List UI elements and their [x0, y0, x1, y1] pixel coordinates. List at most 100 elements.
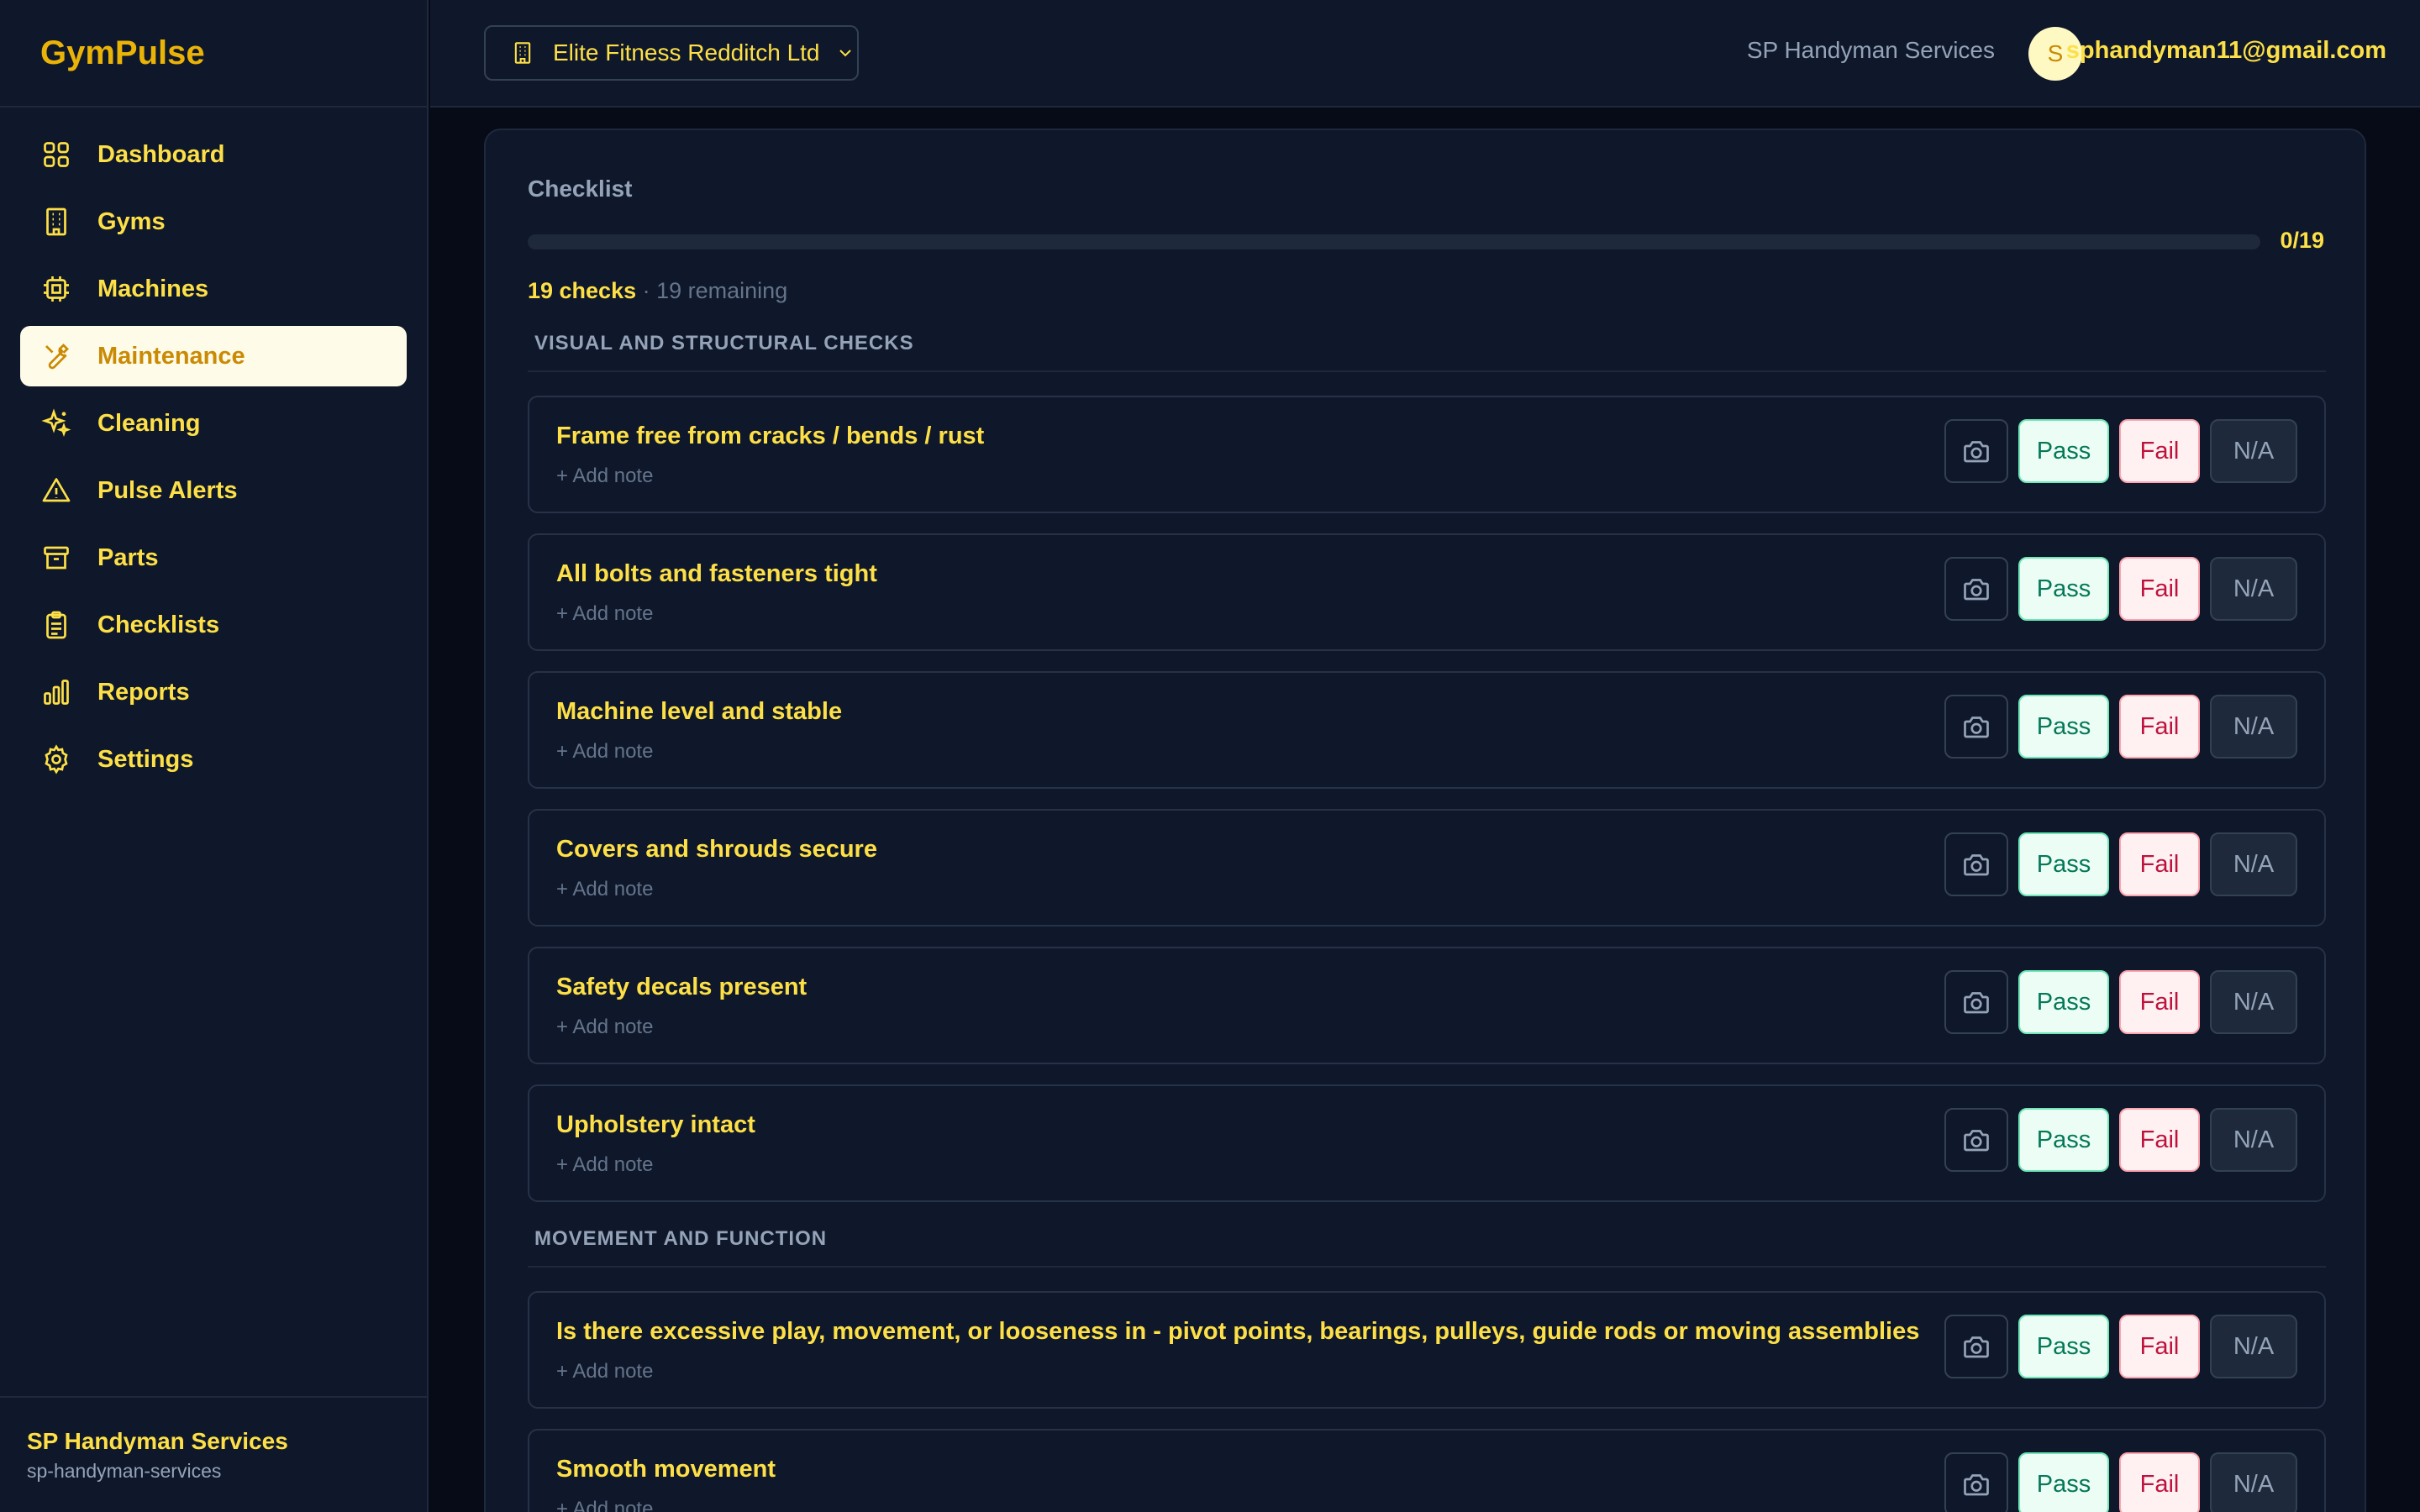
add-note-link[interactable]: + Add note	[556, 465, 653, 488]
checklist-item: Smooth movement + Add note Pass Fail N/A	[528, 1429, 2326, 1512]
section-header: MOVEMENT AND FUNCTION	[528, 1227, 2326, 1268]
fail-button[interactable]: Fail	[2119, 419, 2200, 483]
na-button[interactable]: N/A	[2210, 832, 2297, 896]
checklist-item: All bolts and fasteners tight + Add note P…	[528, 533, 2326, 651]
checklist-item-title: Machine level and stable	[556, 698, 843, 725]
camera-icon	[1961, 1469, 1991, 1499]
checklist-item-actions: Pass Fail N/A	[1944, 557, 2297, 621]
add-note-link[interactable]: + Add note	[556, 1016, 653, 1039]
add-note-link[interactable]: + Add note	[556, 1498, 653, 1512]
gym-selector[interactable]: Elite Fitness Redditch Ltd	[484, 25, 859, 81]
camera-button[interactable]	[1944, 557, 2008, 621]
na-button[interactable]: N/A	[2210, 419, 2297, 483]
add-note-link[interactable]: + Add note	[556, 740, 653, 764]
sidebar-item-label: Cleaning	[97, 409, 201, 437]
na-button[interactable]: N/A	[2210, 970, 2297, 1034]
fail-button[interactable]: Fail	[2119, 970, 2200, 1034]
pass-button[interactable]: Pass	[2018, 1315, 2109, 1378]
sidebar-item-label: Parts	[97, 543, 159, 571]
fail-button[interactable]: Fail	[2119, 1315, 2200, 1378]
checklist-item-title: Smooth movement	[556, 1456, 776, 1483]
camera-icon	[1961, 436, 1991, 466]
camera-button[interactable]	[1944, 1452, 2008, 1512]
fail-button[interactable]: Fail	[2119, 557, 2200, 621]
camera-icon	[1961, 711, 1991, 742]
checklist-item-actions: Pass Fail N/A	[1944, 1315, 2297, 1378]
fail-button[interactable]: Fail	[2119, 695, 2200, 759]
gym-selector-value: Elite Fitness Redditch Ltd	[553, 39, 820, 66]
camera-button[interactable]	[1944, 832, 2008, 896]
sidebar-item-label: Maintenance	[97, 342, 245, 370]
add-note-link[interactable]: + Add note	[556, 602, 653, 626]
checklist-item-actions: Pass Fail N/A	[1944, 832, 2297, 896]
na-button[interactable]: N/A	[2210, 695, 2297, 759]
checklist-item-title: Is there excessive play, movement, or lo…	[556, 1318, 1920, 1345]
sidebar: GymPulse Dashboard Gyms Machines Mainten…	[0, 0, 429, 1512]
pass-button[interactable]: Pass	[2018, 419, 2109, 483]
checklist-item-actions: Pass Fail N/A	[1944, 1452, 2297, 1512]
pass-button[interactable]: Pass	[2018, 1452, 2109, 1512]
sidebar-item-parts[interactable]: Parts	[20, 528, 407, 588]
fail-button[interactable]: Fail	[2119, 1108, 2200, 1172]
sidebar-item-maintenance[interactable]: Maintenance	[20, 326, 407, 386]
gear-icon	[40, 743, 72, 775]
sidebar-item-gyms[interactable]: Gyms	[20, 192, 407, 252]
cpu-icon	[40, 273, 72, 305]
fail-button[interactable]: Fail	[2119, 832, 2200, 896]
checklist-item: Frame free from cracks / bends / rust + A…	[528, 396, 2326, 513]
add-note-link[interactable]: + Add note	[556, 1360, 653, 1383]
wrench-icon	[40, 340, 72, 372]
checklist-item-title: Covers and shrouds secure	[556, 836, 877, 863]
camera-button[interactable]	[1944, 970, 2008, 1034]
app-logo[interactable]: GymPulse	[0, 0, 427, 108]
sparkles-icon	[40, 407, 72, 439]
sidebar-item-reports[interactable]: Reports	[20, 662, 407, 722]
na-button[interactable]: N/A	[2210, 557, 2297, 621]
sidebar-item-dashboard[interactable]: Dashboard	[20, 124, 407, 185]
add-note-link[interactable]: + Add note	[556, 878, 653, 901]
building-icon	[514, 42, 531, 64]
sidebar-item-label: Reports	[97, 678, 190, 706]
chevron-down-icon	[839, 50, 851, 57]
alert-triangle-icon	[40, 475, 72, 507]
user-email[interactable]: sphandyman11@gmail.com	[2066, 37, 2386, 65]
camera-icon	[1961, 987, 1991, 1017]
sidebar-nav: Dashboard Gyms Machines Maintenance Clea…	[0, 108, 427, 790]
add-note-link[interactable]: + Add note	[556, 1153, 653, 1177]
sidebar-item-label: Machines	[97, 275, 209, 302]
sidebar-item-label: Checklists	[97, 611, 220, 638]
bar-chart-icon	[40, 676, 72, 708]
camera-button[interactable]	[1944, 695, 2008, 759]
pass-button[interactable]: Pass	[2018, 557, 2109, 621]
org-name: SP Handyman Services	[1746, 37, 1995, 63]
checklist-item: Covers and shrouds secure + Add note Pass F…	[528, 809, 2326, 927]
building-icon	[40, 206, 72, 238]
sidebar-item-label: Settings	[97, 745, 194, 773]
pass-button[interactable]: Pass	[2018, 970, 2109, 1034]
checklist-item: Upholstery intact + Add note Pass Fail N/A	[528, 1084, 2326, 1202]
na-button[interactable]: N/A	[2210, 1108, 2297, 1172]
clipboard-icon	[40, 609, 72, 641]
camera-button[interactable]	[1944, 419, 2008, 483]
sidebar-item-machines[interactable]: Machines	[20, 259, 407, 319]
camera-icon	[1961, 574, 1991, 604]
checklist-item: Is there excessive play, movement, or lo…	[528, 1291, 2326, 1409]
camera-button[interactable]	[1944, 1108, 2008, 1172]
progress-count: 0/19	[2280, 228, 2324, 253]
pass-button[interactable]: Pass	[2018, 832, 2109, 896]
sidebar-item-label: Pulse Alerts	[97, 476, 238, 504]
sidebar-item-cleaning[interactable]: Cleaning	[20, 393, 407, 454]
pass-button[interactable]: Pass	[2018, 1108, 2109, 1172]
na-button[interactable]: N/A	[2210, 1452, 2297, 1512]
sidebar-org-slug: sp-handyman-services	[27, 1460, 222, 1482]
sidebar-item-pulse-alerts[interactable]: Pulse Alerts	[20, 460, 407, 521]
na-button[interactable]: N/A	[2210, 1315, 2297, 1378]
camera-icon	[1961, 1331, 1991, 1362]
fail-button[interactable]: Fail	[2119, 1452, 2200, 1512]
pass-button[interactable]: Pass	[2018, 695, 2109, 759]
camera-button[interactable]	[1944, 1315, 2008, 1378]
checks-count: 19 checks	[528, 278, 637, 303]
checklist-item-actions: Pass Fail N/A	[1944, 695, 2297, 759]
sidebar-item-settings[interactable]: Settings	[20, 729, 407, 790]
sidebar-item-checklists[interactable]: Checklists	[20, 595, 407, 655]
